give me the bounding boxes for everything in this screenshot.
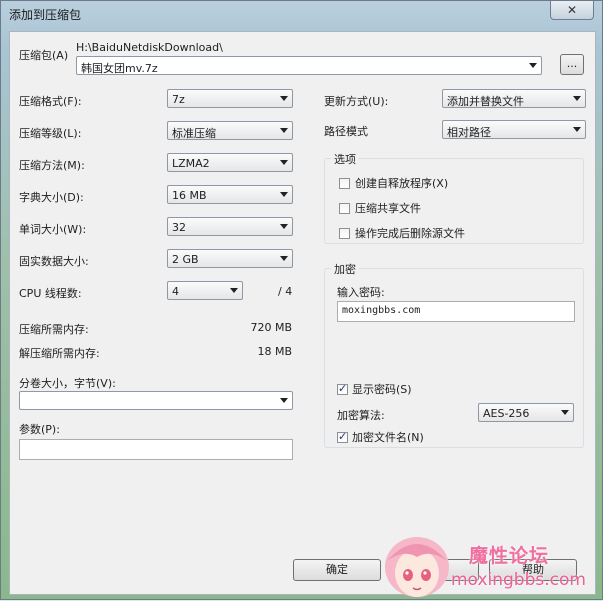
update-label: 更新方式(U): <box>324 95 389 108</box>
method-select[interactable]: LZMA2 <box>167 153 293 172</box>
archive-folder: H:\BaiduNetdiskDownload\ <box>76 41 223 54</box>
chevron-down-icon <box>573 96 581 101</box>
encryption-method-value: AES-256 <box>483 407 530 420</box>
format-label: 压缩格式(F): <box>19 95 82 108</box>
level-label: 压缩等级(L): <box>19 127 82 140</box>
options-group: 选项 创建自释放程序(X) 压缩共享文件 操作完成后删除源文件 <box>324 151 584 244</box>
mem-decompress-label: 解压缩所需内存: <box>19 347 100 360</box>
dict-label: 字典大小(D): <box>19 191 84 204</box>
delete-label: 操作完成后删除源文件 <box>355 227 465 240</box>
word-label: 单词大小(W): <box>19 223 87 236</box>
format-select[interactable]: 7z <box>167 89 293 108</box>
mem-compress-value: 720 MB <box>250 321 292 334</box>
window-title: 添加到压缩包 <box>9 8 82 22</box>
dict-value: 16 MB <box>172 189 207 202</box>
dialog-window: 添加到压缩包 ✕ 压缩包(A) H:\BaiduNetdiskDownload\… <box>0 0 603 600</box>
chevron-down-icon <box>280 192 288 197</box>
options-title: 选项 <box>331 151 359 167</box>
close-icon: ✕ <box>566 3 578 17</box>
volume-select[interactable] <box>19 391 293 410</box>
show-password-label: 显示密码(S) <box>352 383 412 396</box>
delete-checkbox[interactable] <box>339 228 350 239</box>
password-value: moxingbbs.com <box>342 305 421 316</box>
path-value: 相对路径 <box>447 126 491 139</box>
method-value: LZMA2 <box>172 157 210 170</box>
dict-select[interactable]: 16 MB <box>167 185 293 204</box>
ok-button[interactable]: 确定 <box>293 559 381 581</box>
password-label: 输入密码: <box>337 286 385 299</box>
archive-label: 压缩包(A) <box>19 49 69 62</box>
dialog-body: 压缩包(A) H:\BaiduNetdiskDownload\ 韩国女团mv.7… <box>9 31 596 595</box>
path-select[interactable]: 相对路径 <box>442 120 586 139</box>
close-button[interactable]: ✕ <box>550 1 594 20</box>
level-select[interactable]: 标准压缩 <box>167 121 293 140</box>
title-bar[interactable]: 添加到压缩包 ✕ <box>1 1 602 25</box>
sfx-label: 创建自释放程序(X) <box>355 177 449 190</box>
archive-name-combo[interactable]: 韩国女团mv.7z <box>76 56 542 75</box>
path-label: 路径模式 <box>324 125 368 138</box>
chevron-down-icon <box>280 96 288 101</box>
volume-label: 分卷大小，字节(V): <box>19 377 116 390</box>
chevron-down-icon <box>280 398 288 403</box>
anime-mascot-icon <box>385 537 449 597</box>
chevron-down-icon <box>573 127 581 132</box>
mem-compress-label: 压缩所需内存: <box>19 323 89 336</box>
sfx-checkbox[interactable] <box>339 178 350 189</box>
chevron-down-icon <box>280 256 288 261</box>
solid-label: 固实数据大小: <box>19 255 89 268</box>
word-value: 32 <box>172 221 186 234</box>
shared-label: 压缩共享文件 <box>355 202 421 215</box>
watermark-url: moxingbbs.com <box>451 570 586 590</box>
chevron-down-icon <box>529 63 537 68</box>
chevron-down-icon <box>280 224 288 229</box>
browse-button[interactable]: ... <box>560 54 584 75</box>
cpu-value: 4 <box>172 285 179 298</box>
encrypt-names-checkbox[interactable] <box>337 430 348 443</box>
encrypt-names-label: 加密文件名(N) <box>352 431 424 444</box>
format-value: 7z <box>172 93 185 106</box>
password-input[interactable]: moxingbbs.com <box>337 301 575 322</box>
chevron-down-icon <box>561 410 569 415</box>
level-value: 标准压缩 <box>172 127 216 140</box>
encryption-group: 加密 输入密码: moxingbbs.com 显示密码(S) 加密算法: AES… <box>324 261 584 448</box>
watermark-title: 魔性论坛 <box>469 545 550 567</box>
solid-select[interactable]: 2 GB <box>167 249 293 268</box>
site-watermark: 魔性论坛 moxingbbs.com <box>381 531 603 601</box>
chevron-down-icon <box>230 288 238 293</box>
method-label: 压缩方法(M): <box>19 159 85 172</box>
chevron-down-icon <box>280 160 288 165</box>
encryption-method-label: 加密算法: <box>337 409 385 422</box>
archive-name-value: 韩国女团mv.7z <box>81 62 158 75</box>
params-label: 参数(P): <box>19 423 60 436</box>
shared-checkbox[interactable] <box>339 203 350 214</box>
solid-value: 2 GB <box>172 253 199 266</box>
cpu-label: CPU 线程数: <box>19 287 82 300</box>
cpu-total: / 4 <box>278 285 293 298</box>
encryption-method-select[interactable]: AES-256 <box>478 403 574 422</box>
mem-decompress-value: 18 MB <box>257 345 292 358</box>
params-input[interactable] <box>19 439 293 460</box>
cpu-select[interactable]: 4 <box>167 281 243 300</box>
update-value: 添加并替换文件 <box>447 95 524 108</box>
word-select[interactable]: 32 <box>167 217 293 236</box>
encryption-title: 加密 <box>331 261 359 277</box>
update-select[interactable]: 添加并替换文件 <box>442 89 586 108</box>
chevron-down-icon <box>280 128 288 133</box>
show-password-checkbox[interactable] <box>337 382 348 395</box>
